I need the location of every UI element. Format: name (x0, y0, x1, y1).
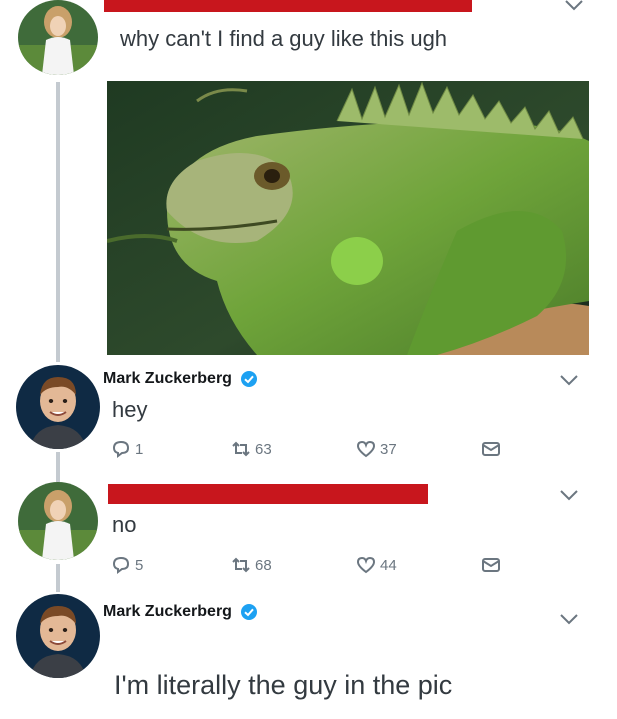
direct-message-button[interactable] (480, 554, 505, 576)
like-button[interactable]: 37 (355, 438, 397, 460)
retweet-button[interactable]: 68 (230, 554, 272, 576)
redacted-username (108, 484, 428, 504)
avatar-mark-zuckerberg-image (16, 365, 100, 449)
chevron-down-icon[interactable] (558, 488, 580, 502)
author-name[interactable]: Mark Zuckerberg (103, 370, 258, 388)
like-button[interactable]: 44 (355, 554, 397, 576)
reply-icon (112, 556, 130, 574)
direct-message-icon (482, 442, 500, 456)
avatar-user[interactable] (18, 0, 98, 75)
author-name-text: Mark Zuckerberg (103, 603, 232, 621)
verified-badge-icon (240, 371, 257, 387)
avatar-mark-zuckerberg-image (16, 594, 100, 678)
reply-button[interactable]: 5 (110, 554, 143, 576)
reply-icon (112, 440, 130, 458)
retweet-count: 68 (255, 556, 272, 574)
retweet-icon (232, 557, 250, 573)
avatar-user[interactable] (18, 482, 98, 560)
reply-button[interactable]: 1 (110, 438, 143, 460)
avatar-mark-zuckerberg[interactable] (16, 365, 100, 449)
retweet-button[interactable]: 63 (230, 438, 272, 460)
tweet-text: no (112, 512, 137, 537)
chevron-down-icon[interactable] (558, 373, 580, 387)
tweet-text: I'm literally the guy in the pic (114, 670, 453, 700)
tweet-text: why can't I find a guy like this ugh (120, 26, 448, 51)
avatar-mark-zuckerberg[interactable] (16, 594, 100, 678)
chevron-down-icon[interactable] (558, 612, 580, 626)
like-icon (356, 556, 376, 574)
like-count: 37 (380, 440, 397, 458)
tweet-text: hey (112, 397, 148, 422)
avatar-user-image (18, 0, 98, 75)
verified-badge-icon (240, 604, 257, 620)
thread-line (56, 82, 60, 362)
like-count: 44 (380, 556, 397, 574)
tweet-actions: 5 68 44 (110, 554, 510, 580)
avatar-user-image (18, 482, 98, 560)
retweet-icon (232, 441, 250, 457)
author-name-text: Mark Zuckerberg (103, 370, 232, 388)
chevron-down-icon[interactable] (563, 0, 585, 12)
like-icon (356, 440, 376, 458)
iguana-photo (107, 81, 589, 355)
tweet-photo[interactable] (107, 81, 589, 355)
tweet-actions: 1 63 37 (110, 438, 510, 464)
direct-message-button[interactable] (480, 438, 505, 460)
author-name[interactable]: Mark Zuckerberg (103, 603, 258, 621)
retweet-count: 63 (255, 440, 272, 458)
thread-line (56, 452, 60, 482)
reply-count: 5 (135, 556, 144, 574)
thread-line (56, 564, 60, 592)
direct-message-icon (482, 558, 500, 572)
reply-count: 1 (135, 440, 144, 458)
redacted-username (104, 0, 472, 12)
